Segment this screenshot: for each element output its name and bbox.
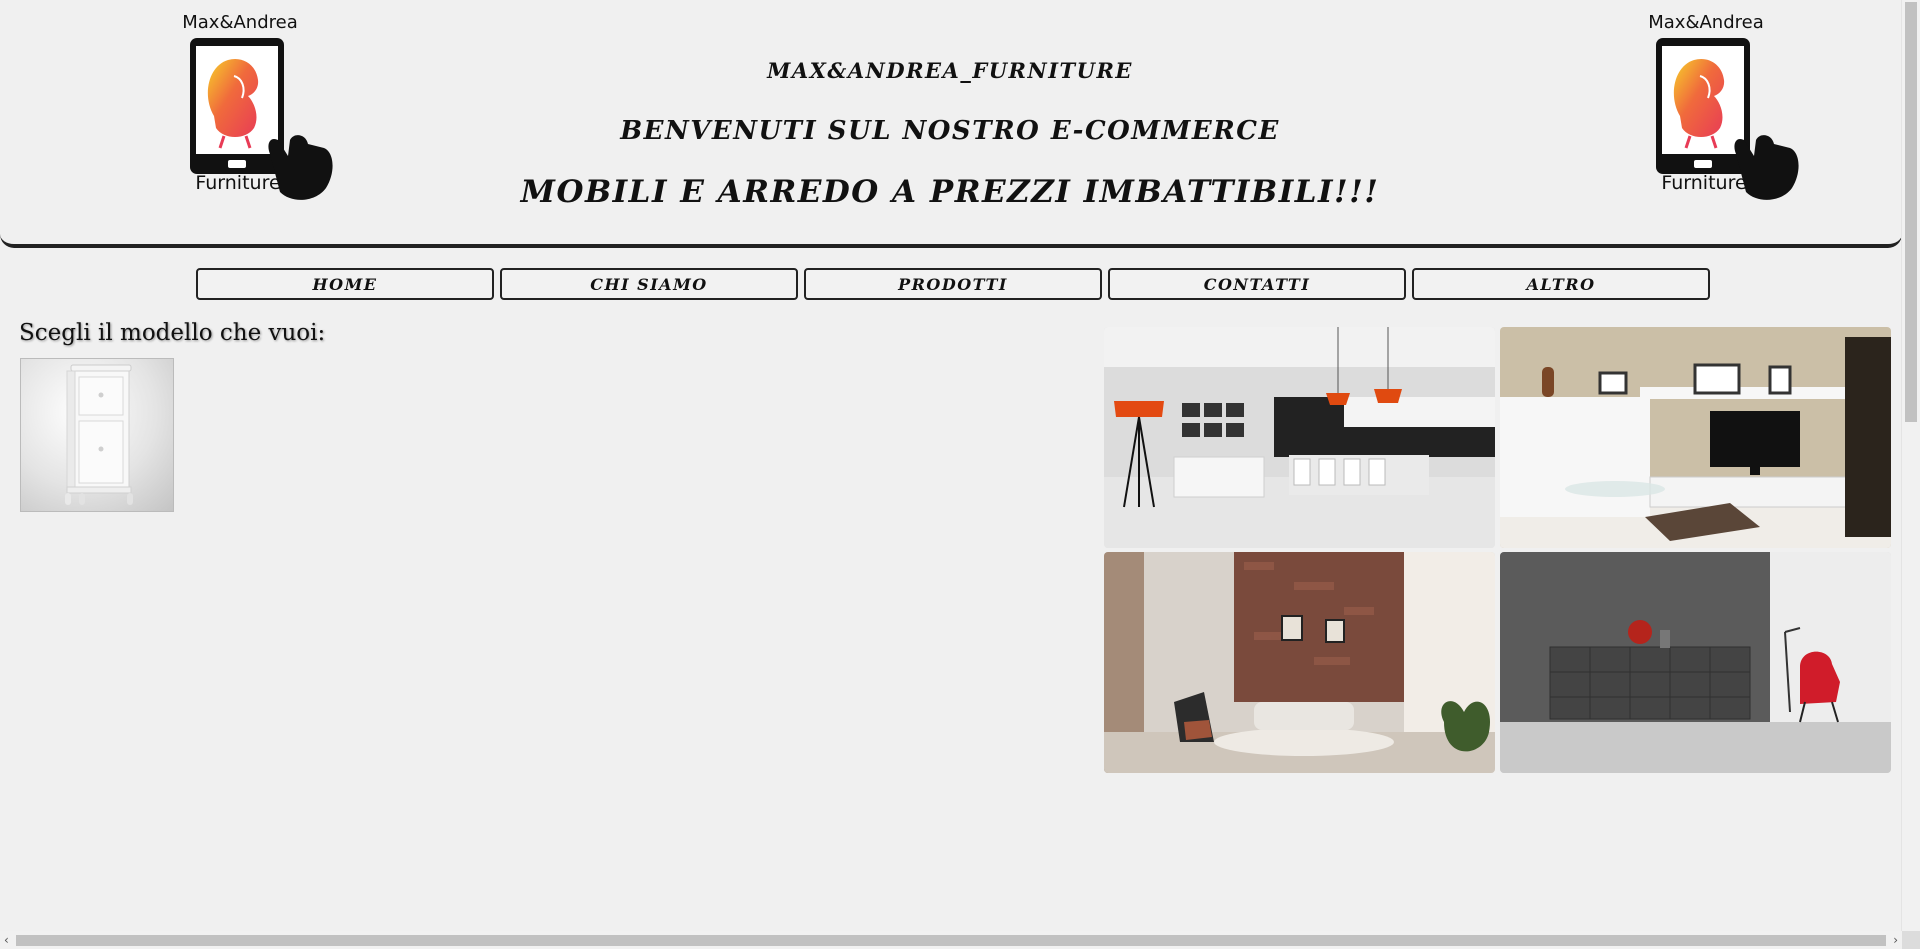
page: Max&Andrea Furniture MAX&ANDREA_FURNITUR…: [0, 0, 1920, 949]
main-nav: HOME CHI SIAMO PRODOTTI CONTATTI ALTRO: [196, 268, 1710, 300]
scroll-left-arrow-icon[interactable]: ‹: [4, 933, 9, 947]
scroll-right-arrow-icon[interactable]: ›: [1893, 933, 1898, 947]
scrollbar-corner: [1902, 931, 1920, 949]
nav-contacts-button[interactable]: CONTATTI: [1108, 268, 1406, 300]
vertical-scroll-thumb[interactable]: [1905, 2, 1917, 422]
loft-living-room-photo: [1104, 552, 1495, 773]
logo-top-text: Max&Andrea: [1648, 12, 1764, 33]
site-header: Max&Andrea Furniture MAX&ANDREA_FURNITUR…: [0, 0, 1902, 248]
gallery: [1104, 327, 1891, 773]
living-room-tv-photo: [1500, 327, 1891, 548]
logo-right[interactable]: Max&Andrea Furniture: [1636, 12, 1799, 200]
nav-home-button[interactable]: HOME: [196, 268, 494, 300]
gallery-image-sideboard[interactable]: [1500, 552, 1891, 773]
nightstand-image: [65, 364, 133, 505]
nav-products-button[interactable]: PRODOTTI: [804, 268, 1102, 300]
horizontal-scrollbar[interactable]: ‹ ›: [0, 931, 1902, 949]
gallery-image-loft[interactable]: [1104, 552, 1495, 773]
horizontal-scroll-thumb[interactable]: [16, 935, 1886, 946]
logo-left[interactable]: Max&Andrea Furniture: [170, 12, 333, 200]
tagline-heading: MOBILI E ARREDO A PREZZI IMBATTIBILI!!!: [520, 174, 1380, 210]
gallery-image-living-room[interactable]: [1500, 327, 1891, 548]
gallery-image-kitchen[interactable]: [1104, 327, 1495, 548]
site-name: MAX&ANDREA_FURNITURE: [767, 58, 1133, 83]
logo-bottom-text: Furniture: [195, 172, 281, 194]
logo-top-text: Max&Andrea: [182, 12, 298, 33]
nav-about-button[interactable]: CHI SIAMO: [500, 268, 798, 300]
logo-bottom-text: Furniture: [1661, 172, 1747, 194]
sideboard-armchair-photo: [1500, 552, 1891, 773]
product-nightstand-thumbnail[interactable]: [20, 358, 174, 512]
welcome-heading: BENVENUTI SUL NOSTRO E-COMMERCE: [620, 116, 1280, 146]
kitchen-dining-photo: [1104, 327, 1495, 548]
vertical-scrollbar[interactable]: [1901, 0, 1920, 931]
choose-model-heading: Scegli il modello che vuoi:: [19, 320, 326, 346]
nav-other-button[interactable]: ALTRO: [1412, 268, 1710, 300]
